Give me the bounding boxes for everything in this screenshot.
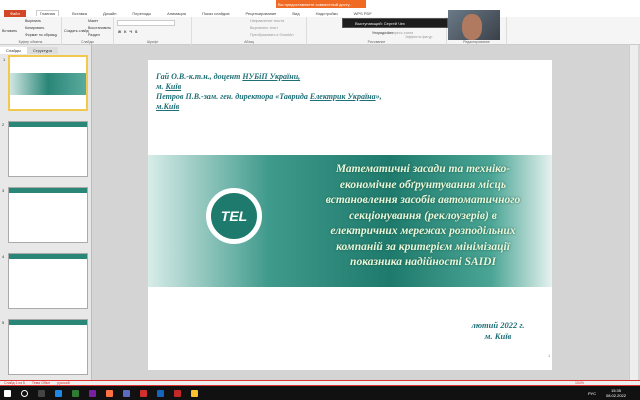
viber-icon[interactable] <box>89 389 96 397</box>
group-slides: Создать слайд Макет Восстановить Раздел … <box>62 17 114 45</box>
company-logo: TEL <box>206 188 262 244</box>
clock[interactable]: 15:35 08.02.2022 <box>606 388 626 398</box>
text-direction-button[interactable]: Направление текста <box>250 19 284 23</box>
ribbon: Вставить Вырезать Копировать Формат по о… <box>0 17 640 45</box>
group-font: ЖКЧS Шрифт <box>114 17 192 45</box>
tab-outline[interactable]: Структура <box>26 47 58 54</box>
slide-number-label: 1 <box>548 353 551 358</box>
new-slide-button[interactable]: Создать слайд <box>64 29 89 33</box>
chrome-icon[interactable] <box>72 389 79 397</box>
tab-wps-pdf[interactable]: WPS PDF <box>351 11 375 16</box>
vertical-scrollbar[interactable] <box>629 45 638 380</box>
slide-thumbnail[interactable]: 2 <box>2 121 88 177</box>
slide-indicator: Слайд 1 из 5 <box>4 381 25 385</box>
shape-effects-button[interactable]: Эффекты фигур <box>405 35 432 39</box>
group-label: Буфер обмена <box>18 40 43 44</box>
slide-number: 1 <box>3 57 6 62</box>
slide-thumbnail[interactable]: 3 <box>2 187 88 243</box>
city-text[interactable]: м. Київ <box>448 331 548 342</box>
presenter-bar: Выступающий: Сергей Чех <box>342 18 448 28</box>
start-icon[interactable] <box>4 389 11 397</box>
slide-number: 3 <box>2 188 5 193</box>
powerpoint-icon[interactable] <box>174 389 181 397</box>
language[interactable]: русский <box>57 381 70 385</box>
group-label: Шрифт <box>146 40 159 44</box>
tab-slides[interactable]: Слайды <box>0 47 27 54</box>
cut-button[interactable]: Вырезать <box>25 19 41 23</box>
tab-home[interactable]: Главная <box>35 10 60 16</box>
tab-slideshow[interactable]: Показ слайдов <box>199 11 233 16</box>
presenter-face <box>462 14 482 40</box>
format-painter-button[interactable]: Формат по образцу <box>25 33 57 37</box>
explorer-icon[interactable] <box>191 389 198 397</box>
firefox-icon[interactable] <box>106 389 113 397</box>
tab-insert[interactable]: Вставка <box>69 11 90 16</box>
discord-icon[interactable] <box>123 389 130 397</box>
app-icon[interactable] <box>55 389 62 397</box>
slide-thumbnail[interactable]: 5 <box>2 319 88 375</box>
group-clipboard: Вставить Вырезать Копировать Формат по о… <box>0 17 62 45</box>
webcam-video <box>448 10 500 40</box>
date-text[interactable]: лютий 2022 г. <box>448 320 548 331</box>
font-name-select[interactable] <box>117 20 175 26</box>
slide-number: 4 <box>2 254 5 259</box>
font-format-buttons[interactable]: ЖКЧS <box>118 30 140 34</box>
tab-view[interactable]: Вид <box>289 11 302 16</box>
group-label: Рисование <box>367 40 386 44</box>
reset-button[interactable]: Восстановить <box>88 26 111 30</box>
input-language[interactable]: РУС <box>588 391 596 396</box>
wps-icon[interactable] <box>140 389 147 397</box>
word-icon[interactable] <box>157 389 164 397</box>
ribbon-tabs: Файл Главная Вставка Дизайн Переходы Ани… <box>0 9 640 17</box>
share-banner[interactable]: Вы предоставляете совместный досту... <box>276 0 366 8</box>
slide-number: 2 <box>2 122 5 127</box>
group-label: Абзац <box>244 40 254 44</box>
tab-design[interactable]: Дизайн <box>100 11 119 16</box>
slide-number: 5 <box>2 320 5 325</box>
group-label: Слайды <box>80 40 95 44</box>
task-view-icon[interactable] <box>38 389 45 397</box>
tab-addins[interactable]: Надстройки <box>313 11 341 16</box>
paste-button[interactable]: Вставить <box>2 29 17 33</box>
slides-panel: Слайды Структура 1 2 3 4 5 <box>0 45 92 380</box>
group-label: Редактирование <box>463 40 490 44</box>
authors-text[interactable]: Гай О.В.-к.т.н., доцент НУБіП України, м… <box>156 72 382 112</box>
smartart-button[interactable]: Преобразовать в SmartArt <box>250 33 294 37</box>
tab-animation[interactable]: Анимация <box>164 11 189 16</box>
copy-button[interactable]: Копировать <box>25 26 44 30</box>
slide-thumbnail[interactable]: 4 <box>2 253 88 309</box>
slide-thumbnail[interactable]: 1 <box>3 55 88 111</box>
section-button[interactable]: Раздел <box>88 33 100 37</box>
align-text-button[interactable]: Выровнять текст <box>250 26 278 30</box>
theme-name: Тема Office <box>31 381 51 385</box>
group-paragraph: Направление текста Выровнять текст Преоб… <box>192 17 307 45</box>
tab-file[interactable]: Файл <box>4 9 26 17</box>
tab-review[interactable]: Рецензирование <box>243 11 280 16</box>
slide-title[interactable]: Математичні засади та техніко-економічне… <box>298 162 548 271</box>
layout-button[interactable]: Макет <box>88 19 98 23</box>
tab-transitions[interactable]: Переходы <box>129 11 154 16</box>
search-icon[interactable] <box>21 389 28 397</box>
taskbar: РУС 15:35 08.02.2022 <box>0 386 640 400</box>
zoom-level[interactable]: 104% <box>575 381 584 385</box>
slide-canvas[interactable]: Гай О.В.-к.т.н., доцент НУБіП України, м… <box>148 60 552 370</box>
